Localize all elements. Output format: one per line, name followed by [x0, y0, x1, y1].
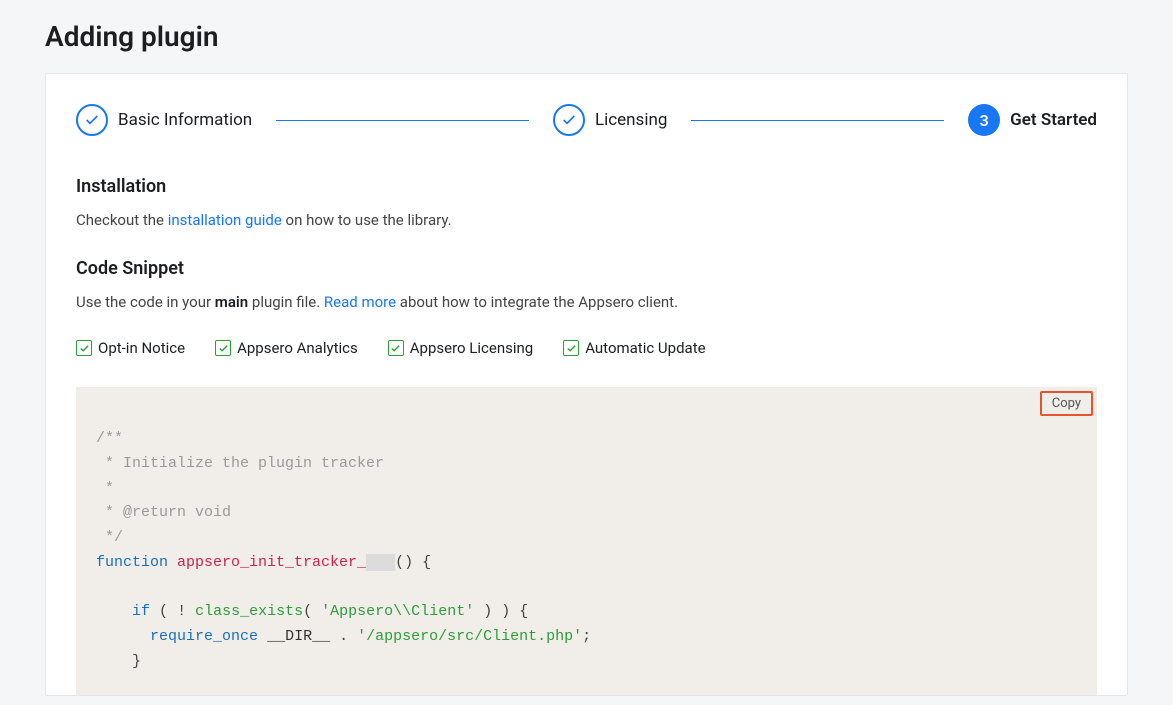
checkbox-checked-icon [563, 340, 579, 356]
checkbox-row: Opt-in Notice Appsero Analytics Appsero … [76, 339, 1097, 357]
step-connector [691, 120, 944, 121]
code-token: ( [159, 603, 168, 620]
step-licensing[interactable]: Licensing [553, 104, 667, 136]
code-token: * @return void [96, 504, 231, 521]
checkbox-label: Appsero Licensing [410, 339, 533, 357]
step-label: Licensing [595, 110, 667, 130]
code-token: { [422, 554, 431, 571]
step-number-badge: 3 [968, 104, 1000, 136]
code-token: 'Appsero\\Client' [321, 603, 474, 620]
text: on how to use the library. [282, 211, 452, 229]
text-bold: main [215, 293, 248, 311]
code-token: class_exists [195, 603, 303, 620]
code-token: __DIR__ [267, 628, 330, 645]
code-token: * Initialize the plugin tracker [96, 455, 384, 472]
copy-button[interactable]: Copy [1040, 391, 1093, 416]
checkbox-checked-icon [76, 340, 92, 356]
checkbox-label: Opt-in Notice [98, 339, 185, 357]
code-snippet-heading: Code Snippet [76, 258, 1097, 279]
text: plugin file. [248, 293, 324, 311]
code-token: ; [582, 628, 591, 645]
checkbox-appsero-licensing[interactable]: Appsero Licensing [388, 339, 533, 357]
checkbox-optin-notice[interactable]: Opt-in Notice [76, 339, 185, 357]
code-token: if [132, 603, 150, 620]
checkbox-automatic-update[interactable]: Automatic Update [563, 339, 705, 357]
code-token: * [96, 480, 114, 497]
checkbox-label: Appsero Analytics [237, 339, 358, 357]
installation-text: Checkout the installation guide on how t… [76, 209, 1097, 232]
code-snippet-text: Use the code in your main plugin file. R… [76, 291, 1097, 314]
step-connector [276, 120, 529, 121]
text: Use the code in your [76, 293, 215, 311]
installation-heading: Installation [76, 176, 1097, 197]
code-token: */ [96, 529, 123, 546]
code-token: appsero_init_tracker_ [177, 554, 366, 571]
checkbox-checked-icon [215, 340, 231, 356]
step-label: Basic Information [118, 110, 252, 130]
code-token: { [519, 603, 528, 620]
stepper: Basic Information Licensing 3 Get Starte… [76, 104, 1097, 136]
installation-guide-link[interactable]: installation guide [168, 211, 282, 229]
code-token [366, 554, 395, 571]
page-title: Adding plugin [45, 0, 1128, 73]
code-token: ( [303, 603, 312, 620]
checkbox-appsero-analytics[interactable]: Appsero Analytics [215, 339, 358, 357]
code-token: () [395, 554, 413, 571]
text: about how to integrate the Appsero clien… [396, 293, 678, 311]
code-token: '/appsero/src/Client.php' [357, 628, 582, 645]
text: Checkout the [76, 211, 168, 229]
wizard-card: Basic Information Licensing 3 Get Starte… [45, 73, 1128, 696]
step-get-started[interactable]: 3 Get Started [968, 104, 1097, 136]
code-token: function [96, 554, 168, 571]
checkmark-icon [553, 104, 585, 136]
code-token: . [339, 628, 348, 645]
checkmark-icon [76, 104, 108, 136]
checkbox-label: Automatic Update [585, 339, 705, 357]
code-token: ! [177, 603, 186, 620]
checkbox-checked-icon [388, 340, 404, 356]
step-basic-information[interactable]: Basic Information [76, 104, 252, 136]
code-token: ) [501, 603, 510, 620]
code-token: require_once [150, 628, 258, 645]
code-block: Copy/** * Initialize the plugin tracker … [76, 387, 1097, 695]
step-label: Get Started [1010, 110, 1097, 130]
code-token: ) [483, 603, 492, 620]
code-token: } [132, 653, 141, 670]
code-token: /** [96, 430, 123, 447]
read-more-link[interactable]: Read more [324, 293, 396, 311]
